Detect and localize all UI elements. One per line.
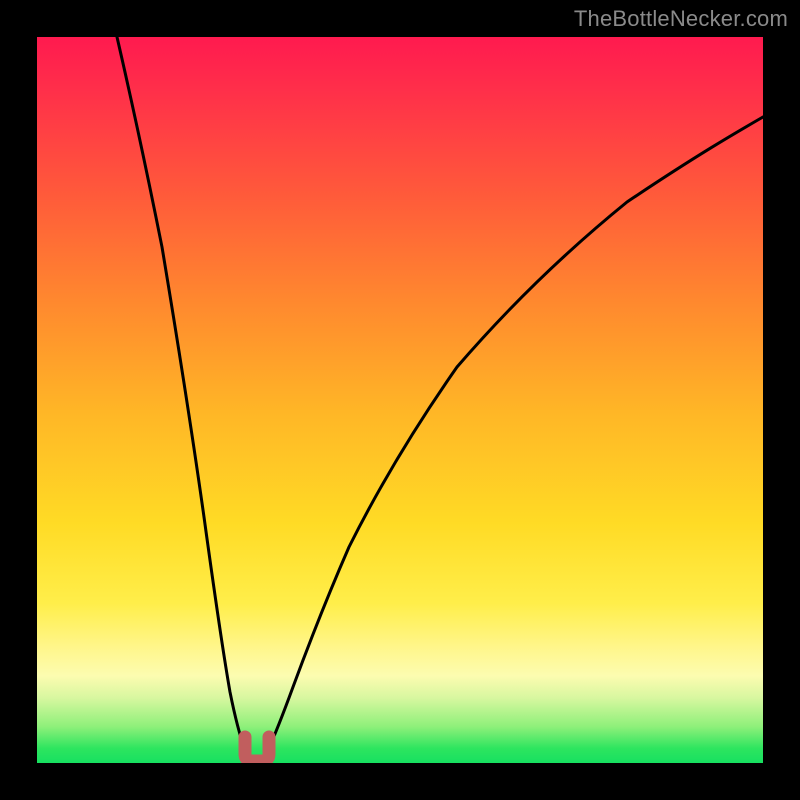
chart-plot-area bbox=[37, 37, 763, 763]
curve-right-branch bbox=[268, 117, 763, 750]
curve-left-branch bbox=[117, 37, 245, 750]
valley-marker bbox=[245, 737, 269, 761]
watermark-text: TheBottleNecker.com bbox=[574, 6, 788, 32]
chart-frame: TheBottleNecker.com bbox=[0, 0, 800, 800]
chart-curves-svg bbox=[37, 37, 763, 763]
